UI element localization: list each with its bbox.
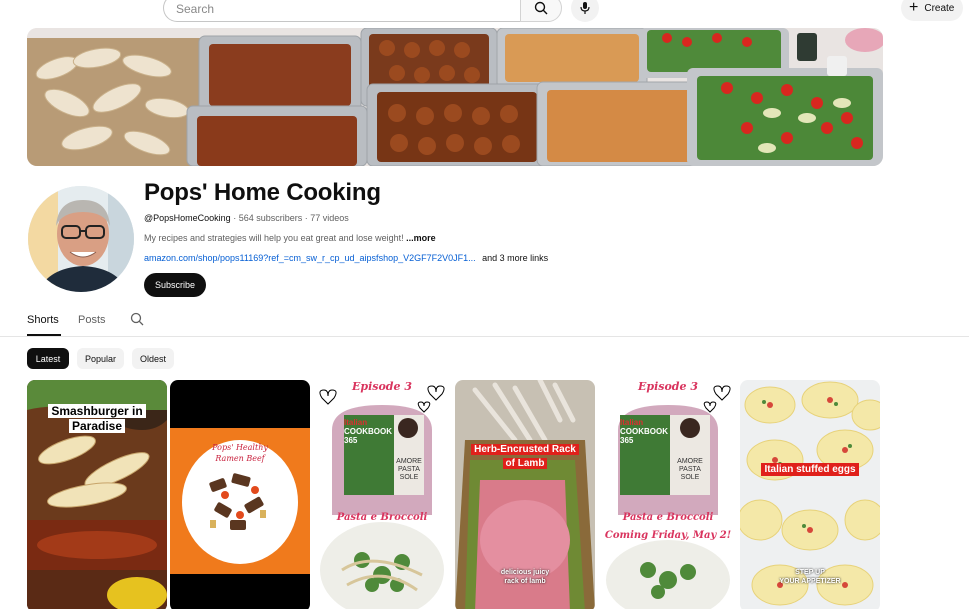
subscribe-button[interactable]: Subscribe xyxy=(144,273,206,297)
create-label: Create xyxy=(924,2,955,14)
short-subcaption: STEP UP YOUR APPETIZER xyxy=(779,569,841,585)
filter-latest[interactable]: Latest xyxy=(27,348,69,369)
short-card[interactable]: Pops' Healthy Ramen Beef xyxy=(170,380,310,609)
short-card[interactable]: Episode 3 Italian COOKBOOK 365 AMORE PASTA S… xyxy=(312,380,452,609)
subscriber-count: 564 subscribers xyxy=(238,213,303,223)
short-caption: Italian stuffed eggs xyxy=(740,463,880,476)
channel-name: Pops' Home Cooking xyxy=(144,179,381,206)
short-card[interactable]: Italian stuffed eggs STEP UP YOUR APPETIZ… xyxy=(740,380,880,609)
book-title: Italian COOKBOOK 365 xyxy=(620,418,668,445)
book-words: AMORE PASTA SOLE xyxy=(677,458,703,481)
short-card[interactable]: Episode 3 Italian COOKBOOK 365 AMORE PASTA S… xyxy=(598,380,738,609)
book-title: Italian COOKBOOK 365 xyxy=(344,418,392,445)
tab-posts[interactable]: Posts xyxy=(78,314,106,326)
short-caption: Pops' Healthy Ramen Beef xyxy=(212,443,268,463)
channel-handle: @PopsHomeCooking xyxy=(144,213,231,223)
short-card[interactable]: Herb-Encrusted Rack of Lamb delicious ju… xyxy=(455,380,595,609)
episode-label: Episode 3 xyxy=(352,380,412,393)
plus-icon: + xyxy=(909,0,919,16)
filter-oldest[interactable]: Oldest xyxy=(132,348,174,369)
description-more-link[interactable]: ...more xyxy=(406,233,436,243)
tab-shorts[interactable]: Shorts xyxy=(27,314,59,326)
active-tab-indicator xyxy=(27,334,61,336)
meta-separator: · xyxy=(230,213,239,223)
microphone-icon xyxy=(580,2,590,14)
filter-popular[interactable]: Popular xyxy=(77,348,124,369)
channel-tabs: Shorts Posts xyxy=(0,303,969,337)
search-input[interactable] xyxy=(164,0,521,21)
channel-avatar[interactable] xyxy=(28,186,134,292)
short-caption: Pasta e Broccoli xyxy=(622,512,714,523)
channel-link[interactable]: amazon.com/shop/pops11169?ref_=cm_sw_r_c… xyxy=(144,253,476,263)
short-caption: Smashburger in Paradise xyxy=(27,404,167,434)
channel-banner xyxy=(27,28,883,166)
create-button[interactable]: + Create xyxy=(901,0,963,21)
more-links[interactable]: and 3 more links xyxy=(482,253,548,263)
description-text: My recipes and strategies will help you … xyxy=(144,233,404,243)
search-icon xyxy=(534,1,548,15)
channel-links: amazon.com/shop/pops11169?ref_=cm_sw_r_c… xyxy=(144,253,548,263)
voice-search-button[interactable] xyxy=(571,0,599,22)
tab-search-button[interactable] xyxy=(130,312,144,331)
short-subcaption: delicious juicy rack of lamb xyxy=(500,569,550,585)
short-extra-caption: Coming Friday, May 2! xyxy=(604,530,732,541)
channel-meta: @PopsHomeCooking · 564 subscribers · 77 … xyxy=(144,213,349,223)
short-thumbnail xyxy=(598,380,738,609)
search-box[interactable] xyxy=(163,0,521,22)
video-count: 77 videos xyxy=(310,213,349,223)
search-icon xyxy=(130,312,144,326)
short-card[interactable]: Smashburger in Paradise xyxy=(27,380,167,609)
book-words: AMORE PASTA SOLE xyxy=(396,458,422,481)
episode-label: Episode 3 xyxy=(638,380,698,393)
short-caption: Herb-Encrusted Rack of Lamb xyxy=(455,443,595,471)
channel-description[interactable]: My recipes and strategies will help you … xyxy=(144,233,436,243)
short-thumbnail xyxy=(170,380,310,609)
search-button[interactable] xyxy=(520,0,562,22)
short-caption: Pasta e Broccoli xyxy=(336,512,428,523)
short-thumbnail xyxy=(312,380,452,609)
